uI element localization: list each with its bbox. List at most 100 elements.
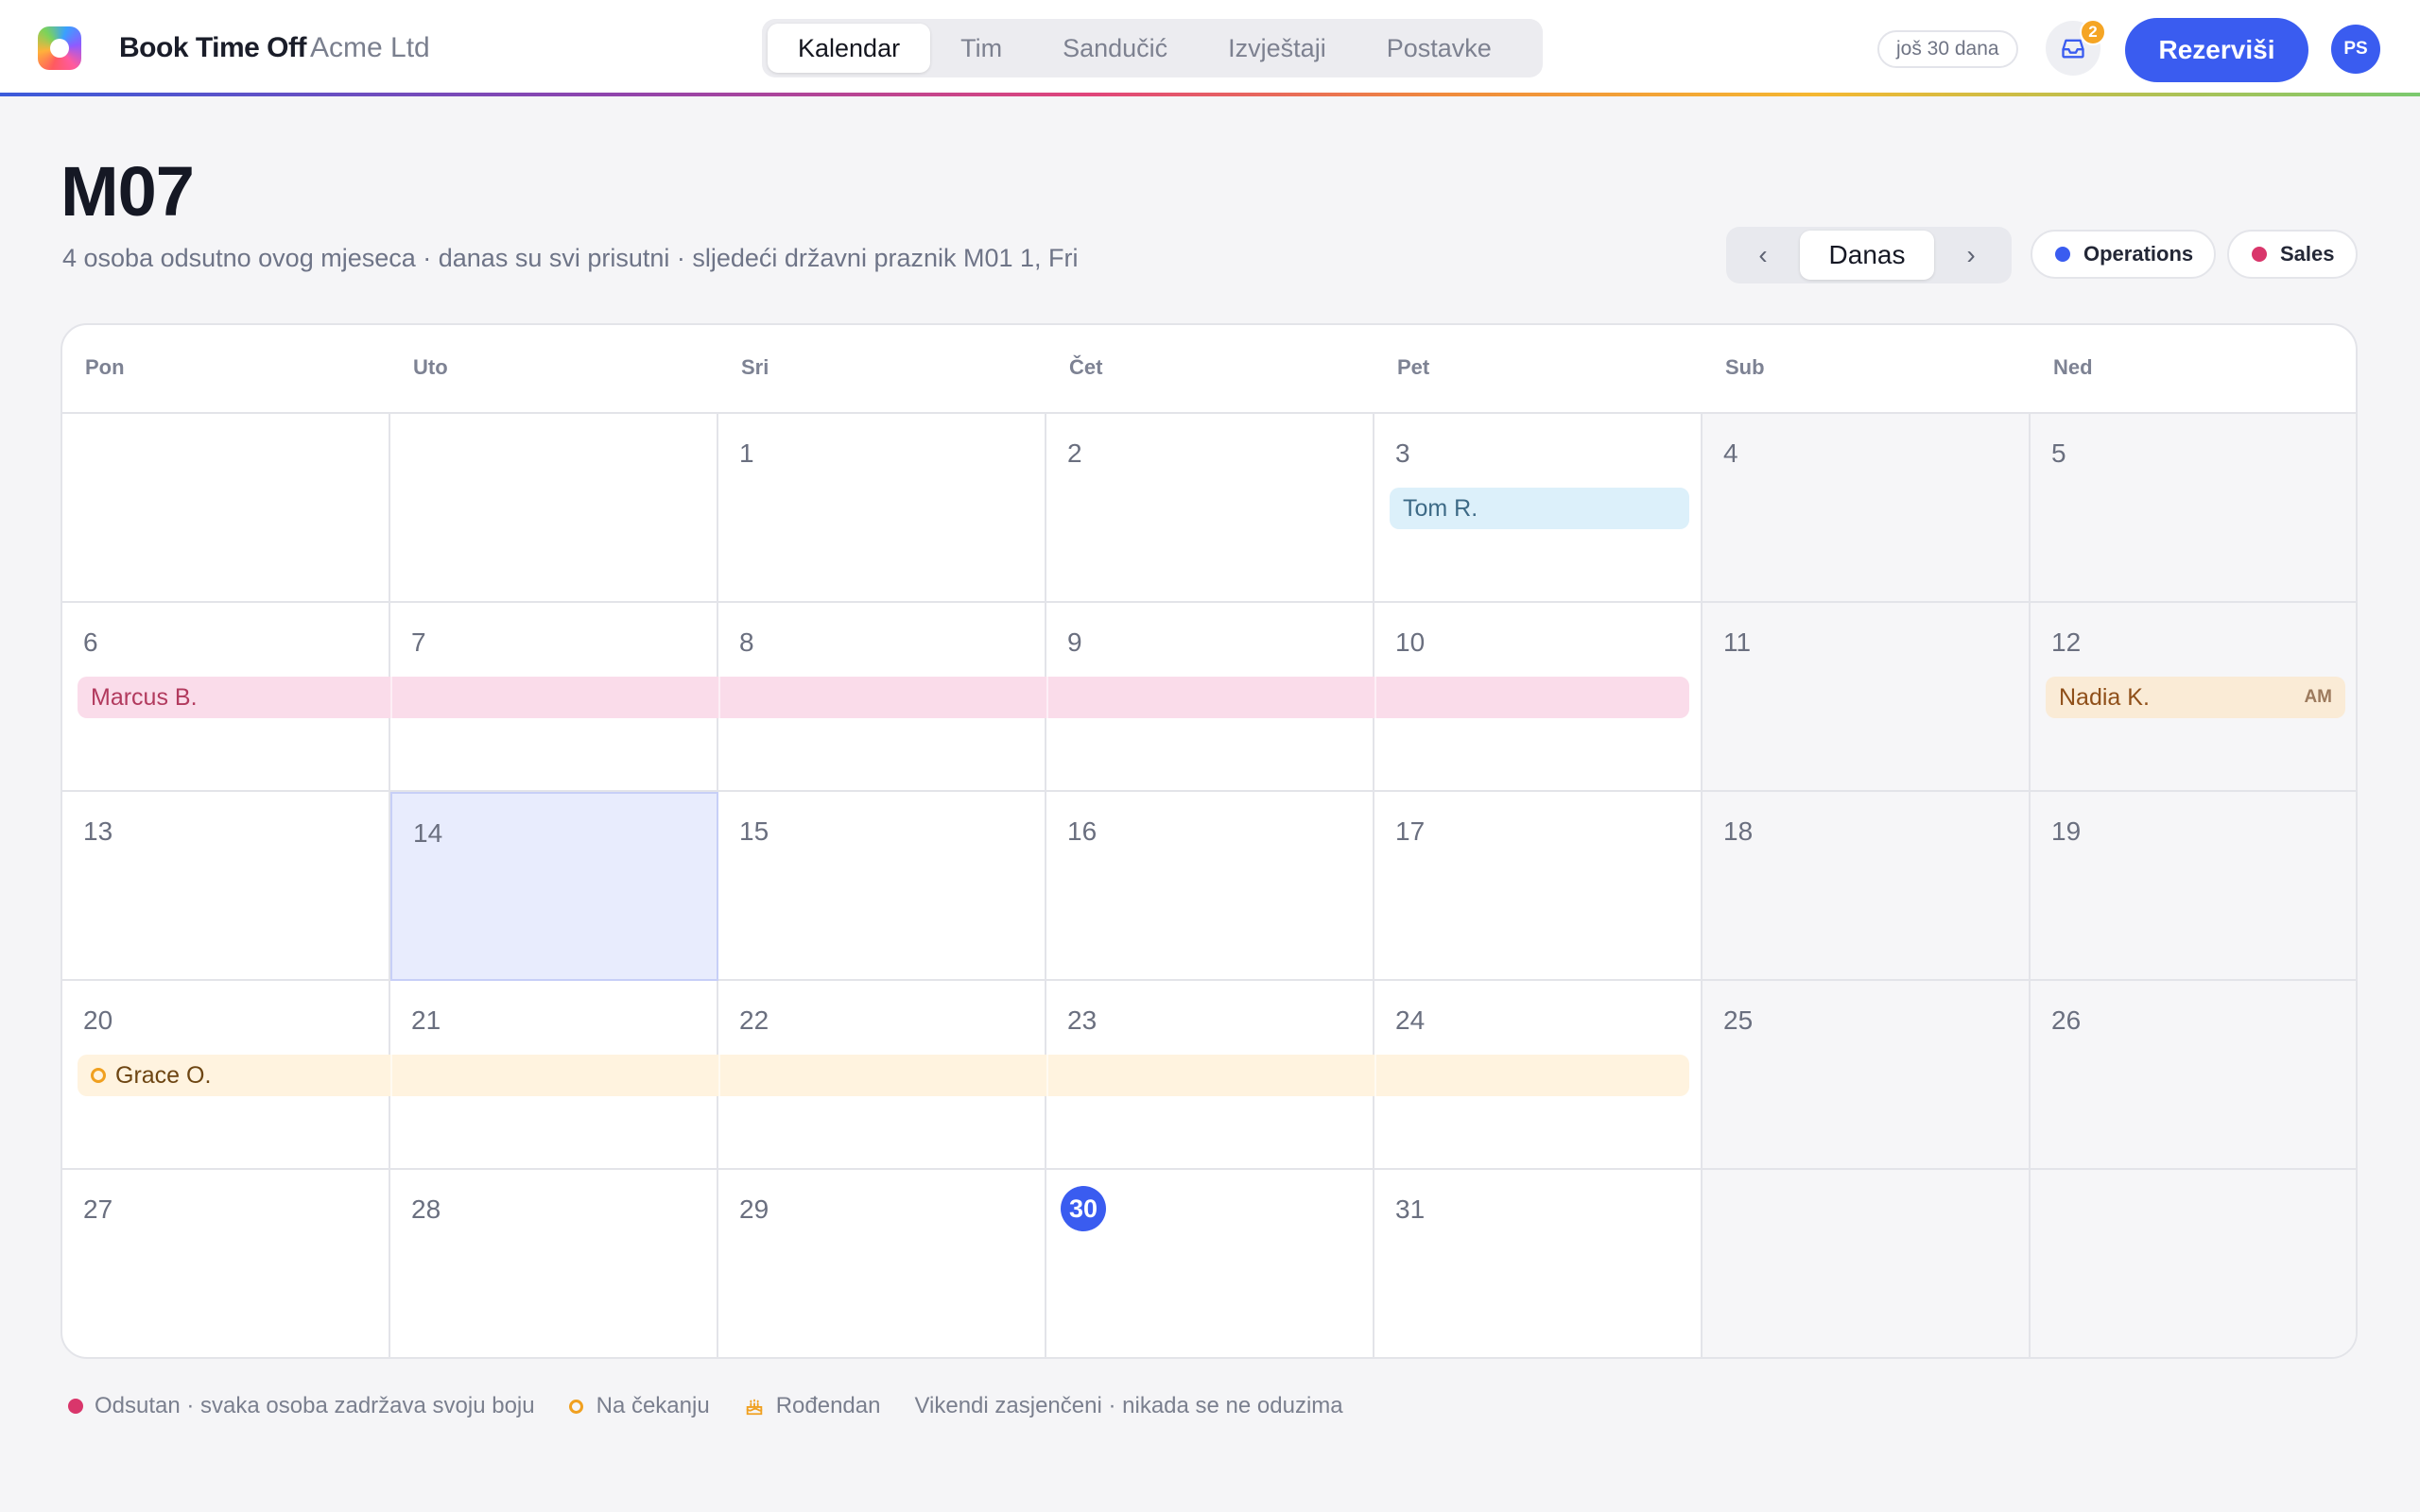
- weekday-header-row: Pon Uto Sri Čet Pet Sub Ned: [62, 325, 2356, 414]
- nav-tab-calendar[interactable]: Kalendar: [768, 24, 931, 73]
- day-divider: [1374, 677, 1376, 718]
- day-cell-16[interactable]: 16: [1046, 792, 1374, 981]
- nav-tab-inbox[interactable]: Sandučić: [1032, 24, 1198, 73]
- day-cell-14[interactable]: 14: [390, 792, 718, 981]
- day-number: 17: [1395, 816, 1426, 846]
- day-number: 6: [83, 627, 98, 657]
- empty-day-cell: [2031, 1170, 2356, 1357]
- inbox-count-badge: 2: [2080, 19, 2106, 45]
- day-number: 18: [1723, 816, 1754, 846]
- team-color-dot: [2252, 247, 2267, 262]
- day-number: 5: [2051, 438, 2066, 468]
- cake-icon: [744, 1396, 765, 1417]
- time-off-event[interactable]: Tom R.: [1390, 488, 1689, 529]
- day-number: 4: [1723, 438, 1738, 468]
- day-cell-26[interactable]: 26: [2031, 981, 2356, 1170]
- nav-tab-reports[interactable]: Izvještaji: [1198, 24, 1357, 73]
- day-divider: [718, 677, 720, 718]
- top-bar: Book Time Off Acme Ltd Kalendar Tim Sand…: [0, 0, 2420, 94]
- day-divider: [390, 1055, 392, 1096]
- day-cell-1[interactable]: 1: [718, 414, 1046, 603]
- period-navigator: ‹ Danas ›: [1726, 227, 2012, 284]
- day-cell-29[interactable]: 29: [718, 1170, 1046, 1357]
- day-cell-19[interactable]: 19: [2031, 792, 2356, 981]
- team-color-dot: [2055, 247, 2070, 262]
- event-person-name: Nadia K.: [2059, 683, 2150, 711]
- app-logo-icon[interactable]: [38, 26, 81, 70]
- main-nav: Kalendar Tim Sandučić Izvještaji Postavk…: [762, 19, 1543, 77]
- empty-day-cell: [1703, 1170, 2031, 1357]
- empty-day-cell: [62, 414, 390, 603]
- day-number: 13: [83, 816, 113, 846]
- day-cell-2[interactable]: 2: [1046, 414, 1374, 603]
- filter-chip-sales[interactable]: Sales: [2227, 230, 2358, 279]
- legend-weekends-label: Vikendi zasjenčeni · nikada se ne oduzim…: [914, 1393, 1343, 1418]
- filter-chip-operations[interactable]: Operations: [2031, 230, 2217, 279]
- day-number: 11: [1723, 627, 1752, 657]
- weekday-label: Uto: [413, 355, 448, 379]
- day-cell-17[interactable]: 17: [1374, 792, 1703, 981]
- day-number: 20: [83, 1005, 113, 1035]
- day-cell-31[interactable]: 31: [1374, 1170, 1703, 1357]
- day-divider: [1046, 677, 1048, 718]
- book-time-off-button[interactable]: Rezerviši: [2125, 18, 2308, 82]
- event-person-name: Grace O.: [115, 1061, 212, 1089]
- day-cell-30[interactable]: 30: [1046, 1170, 1374, 1357]
- day-cell-27[interactable]: 27: [62, 1170, 390, 1357]
- day-number: 23: [1067, 1005, 1098, 1035]
- day-number: 1: [739, 438, 754, 468]
- day-number: 28: [411, 1194, 441, 1224]
- day-cell-18[interactable]: 18: [1703, 792, 2031, 981]
- time-off-event[interactable]: Grace O.: [78, 1055, 1689, 1096]
- weekday-label: Čet: [1069, 355, 1103, 379]
- day-cell-5[interactable]: 5: [2031, 414, 2356, 603]
- nav-tab-settings[interactable]: Postavke: [1357, 24, 1522, 73]
- day-cell-15[interactable]: 15: [718, 792, 1046, 981]
- day-number: 10: [1395, 627, 1426, 657]
- day-cell-25[interactable]: 25: [1703, 981, 2031, 1170]
- legend-absent-label: Odsutan · svaka osoba zadržava svoju boj…: [95, 1393, 535, 1418]
- weekday-label: Pon: [85, 355, 125, 379]
- time-off-event[interactable]: Marcus B.: [78, 677, 1689, 718]
- day-divider: [390, 677, 392, 718]
- accent-bar: [0, 93, 2420, 96]
- day-cell-4[interactable]: 4: [1703, 414, 2031, 603]
- day-divider: [1374, 1055, 1376, 1096]
- filter-chip-label: Operations: [2083, 242, 2194, 266]
- today-button[interactable]: Danas: [1800, 231, 1934, 280]
- legend-pending-label: Na čekanju: [596, 1393, 710, 1418]
- day-cell-13[interactable]: 13: [62, 792, 390, 981]
- today-day-number: 30: [1061, 1186, 1106, 1231]
- trial-badge[interactable]: još 30 dana: [1877, 30, 2018, 68]
- weekday-label: Sub: [1725, 355, 1765, 379]
- day-number: 25: [1723, 1005, 1754, 1035]
- company-name: Acme Ltd: [310, 32, 430, 63]
- day-divider: [718, 1055, 720, 1096]
- day-number: 16: [1067, 816, 1098, 846]
- month-calendar: Pon Uto Sri Čet Pet Sub Ned 1 2 3 4 5 6 7 8 9 10 1…: [60, 323, 2358, 1359]
- day-divider: [1046, 1055, 1048, 1096]
- day-number: 9: [1067, 627, 1082, 657]
- pending-ring-icon: [91, 1068, 106, 1083]
- weekday-label: Pet: [1397, 355, 1430, 379]
- legend-birthday: Rođendan: [744, 1393, 880, 1419]
- event-person-name: Marcus B.: [91, 683, 198, 711]
- day-number: 12: [2051, 627, 2082, 657]
- legend-absent: Odsutan · svaka osoba zadržava svoju boj…: [68, 1393, 535, 1419]
- day-number: 22: [739, 1005, 769, 1035]
- day-number: 24: [1395, 1005, 1426, 1035]
- day-cell-28[interactable]: 28: [390, 1170, 718, 1357]
- nav-tab-team[interactable]: Tim: [930, 24, 1032, 73]
- day-number: 27: [83, 1194, 113, 1224]
- legend-weekends: Vikendi zasjenčeni · nikada se ne oduzim…: [914, 1393, 1342, 1419]
- day-cell-11[interactable]: 11: [1703, 603, 2031, 792]
- day-number: 26: [2051, 1005, 2082, 1035]
- event-person-name: Tom R.: [1403, 494, 1478, 522]
- month-summary: 4 osoba odsutno ovog mjeseca · danas su …: [62, 244, 1079, 272]
- user-avatar[interactable]: PS: [2331, 25, 2380, 74]
- chevron-left-icon[interactable]: ‹: [1726, 227, 1800, 284]
- chevron-right-icon[interactable]: ›: [1934, 227, 2008, 284]
- weekday-label: Ned: [2053, 355, 2093, 379]
- day-number: 7: [411, 627, 426, 657]
- time-off-event[interactable]: Nadia K. AM: [2046, 677, 2345, 718]
